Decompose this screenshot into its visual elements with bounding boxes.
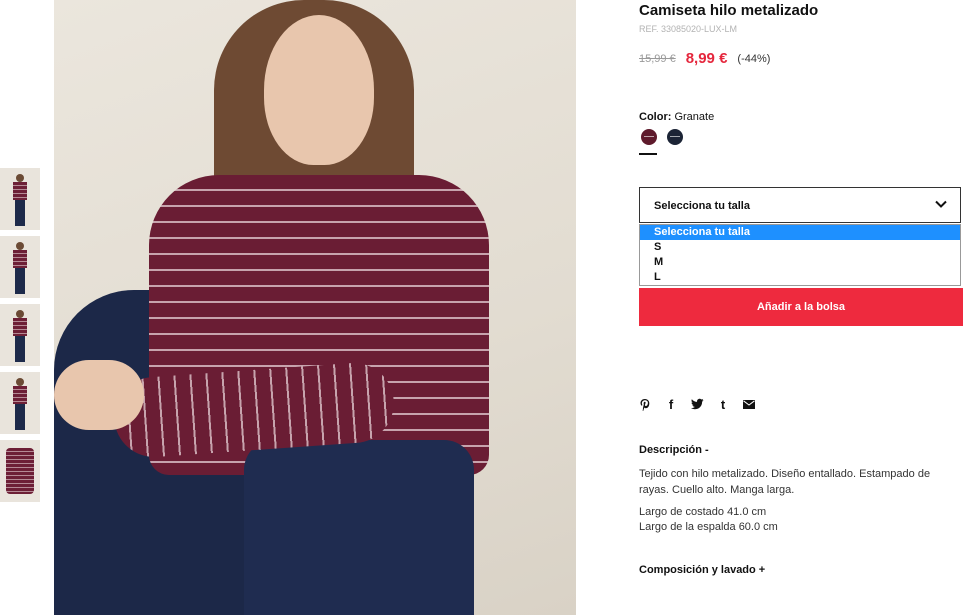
color-label-row: Color: Granate [639, 111, 714, 123]
product-ref: REF. 33085020-LUX-LM [639, 24, 738, 34]
image-face [264, 15, 374, 165]
thumbnail-list [0, 168, 40, 508]
product-title: Camiseta hilo metalizado [639, 2, 819, 19]
thumbnail-3[interactable] [0, 304, 40, 366]
size-option-placeholder[interactable]: Selecciona tu talla [640, 225, 960, 240]
description-text: Tejido con hilo metalizado. Diseño ental… [639, 468, 931, 496]
size-option-m[interactable]: M [640, 255, 960, 270]
discount-badge: (-44%) [737, 52, 771, 65]
size-select[interactable]: Selecciona tu talla [639, 187, 961, 223]
description-title[interactable]: Descripción - [639, 444, 709, 456]
share-icons: f t [639, 398, 755, 412]
tumblr-icon[interactable]: t [717, 398, 729, 412]
measure-back-length: Largo de la espalda 60.0 cm [639, 521, 778, 533]
email-icon[interactable] [743, 398, 755, 412]
thumbnail-4[interactable] [0, 372, 40, 434]
thumbnail-1[interactable] [0, 168, 40, 230]
size-option-s[interactable]: S [640, 240, 960, 255]
thumbnail-2[interactable] [0, 236, 40, 298]
swatch-navy[interactable] [667, 129, 683, 145]
swatch-granate[interactable] [641, 129, 657, 145]
selected-swatch-indicator [639, 153, 657, 155]
size-option-l[interactable]: L [640, 270, 960, 285]
add-to-bag-button[interactable]: Añadir a la bolsa [639, 288, 963, 326]
color-value: Granate [674, 111, 715, 123]
price-row: 15,99 € 8,99 € (-44%) [639, 50, 770, 67]
chevron-down-icon [935, 200, 947, 208]
image-hand [54, 360, 144, 430]
image-jeans-lower [244, 440, 474, 615]
size-select-value: Selecciona tu talla [654, 200, 750, 212]
main-product-image[interactable] [54, 0, 576, 615]
color-label: Color: [639, 111, 672, 123]
composition-title[interactable]: Composición y lavado + [639, 564, 765, 576]
twitter-icon[interactable] [691, 398, 704, 412]
old-price: 15,99 € [639, 52, 676, 65]
pinterest-icon[interactable] [639, 398, 651, 412]
facebook-icon[interactable]: f [665, 398, 677, 412]
measure-side-length: Largo de costado 41.0 cm [639, 506, 767, 518]
size-dropdown: Selecciona tu talla S M L [639, 224, 961, 286]
color-swatches [641, 129, 683, 145]
sale-price: 8,99 € [685, 50, 728, 67]
thumbnail-5[interactable] [0, 440, 40, 502]
